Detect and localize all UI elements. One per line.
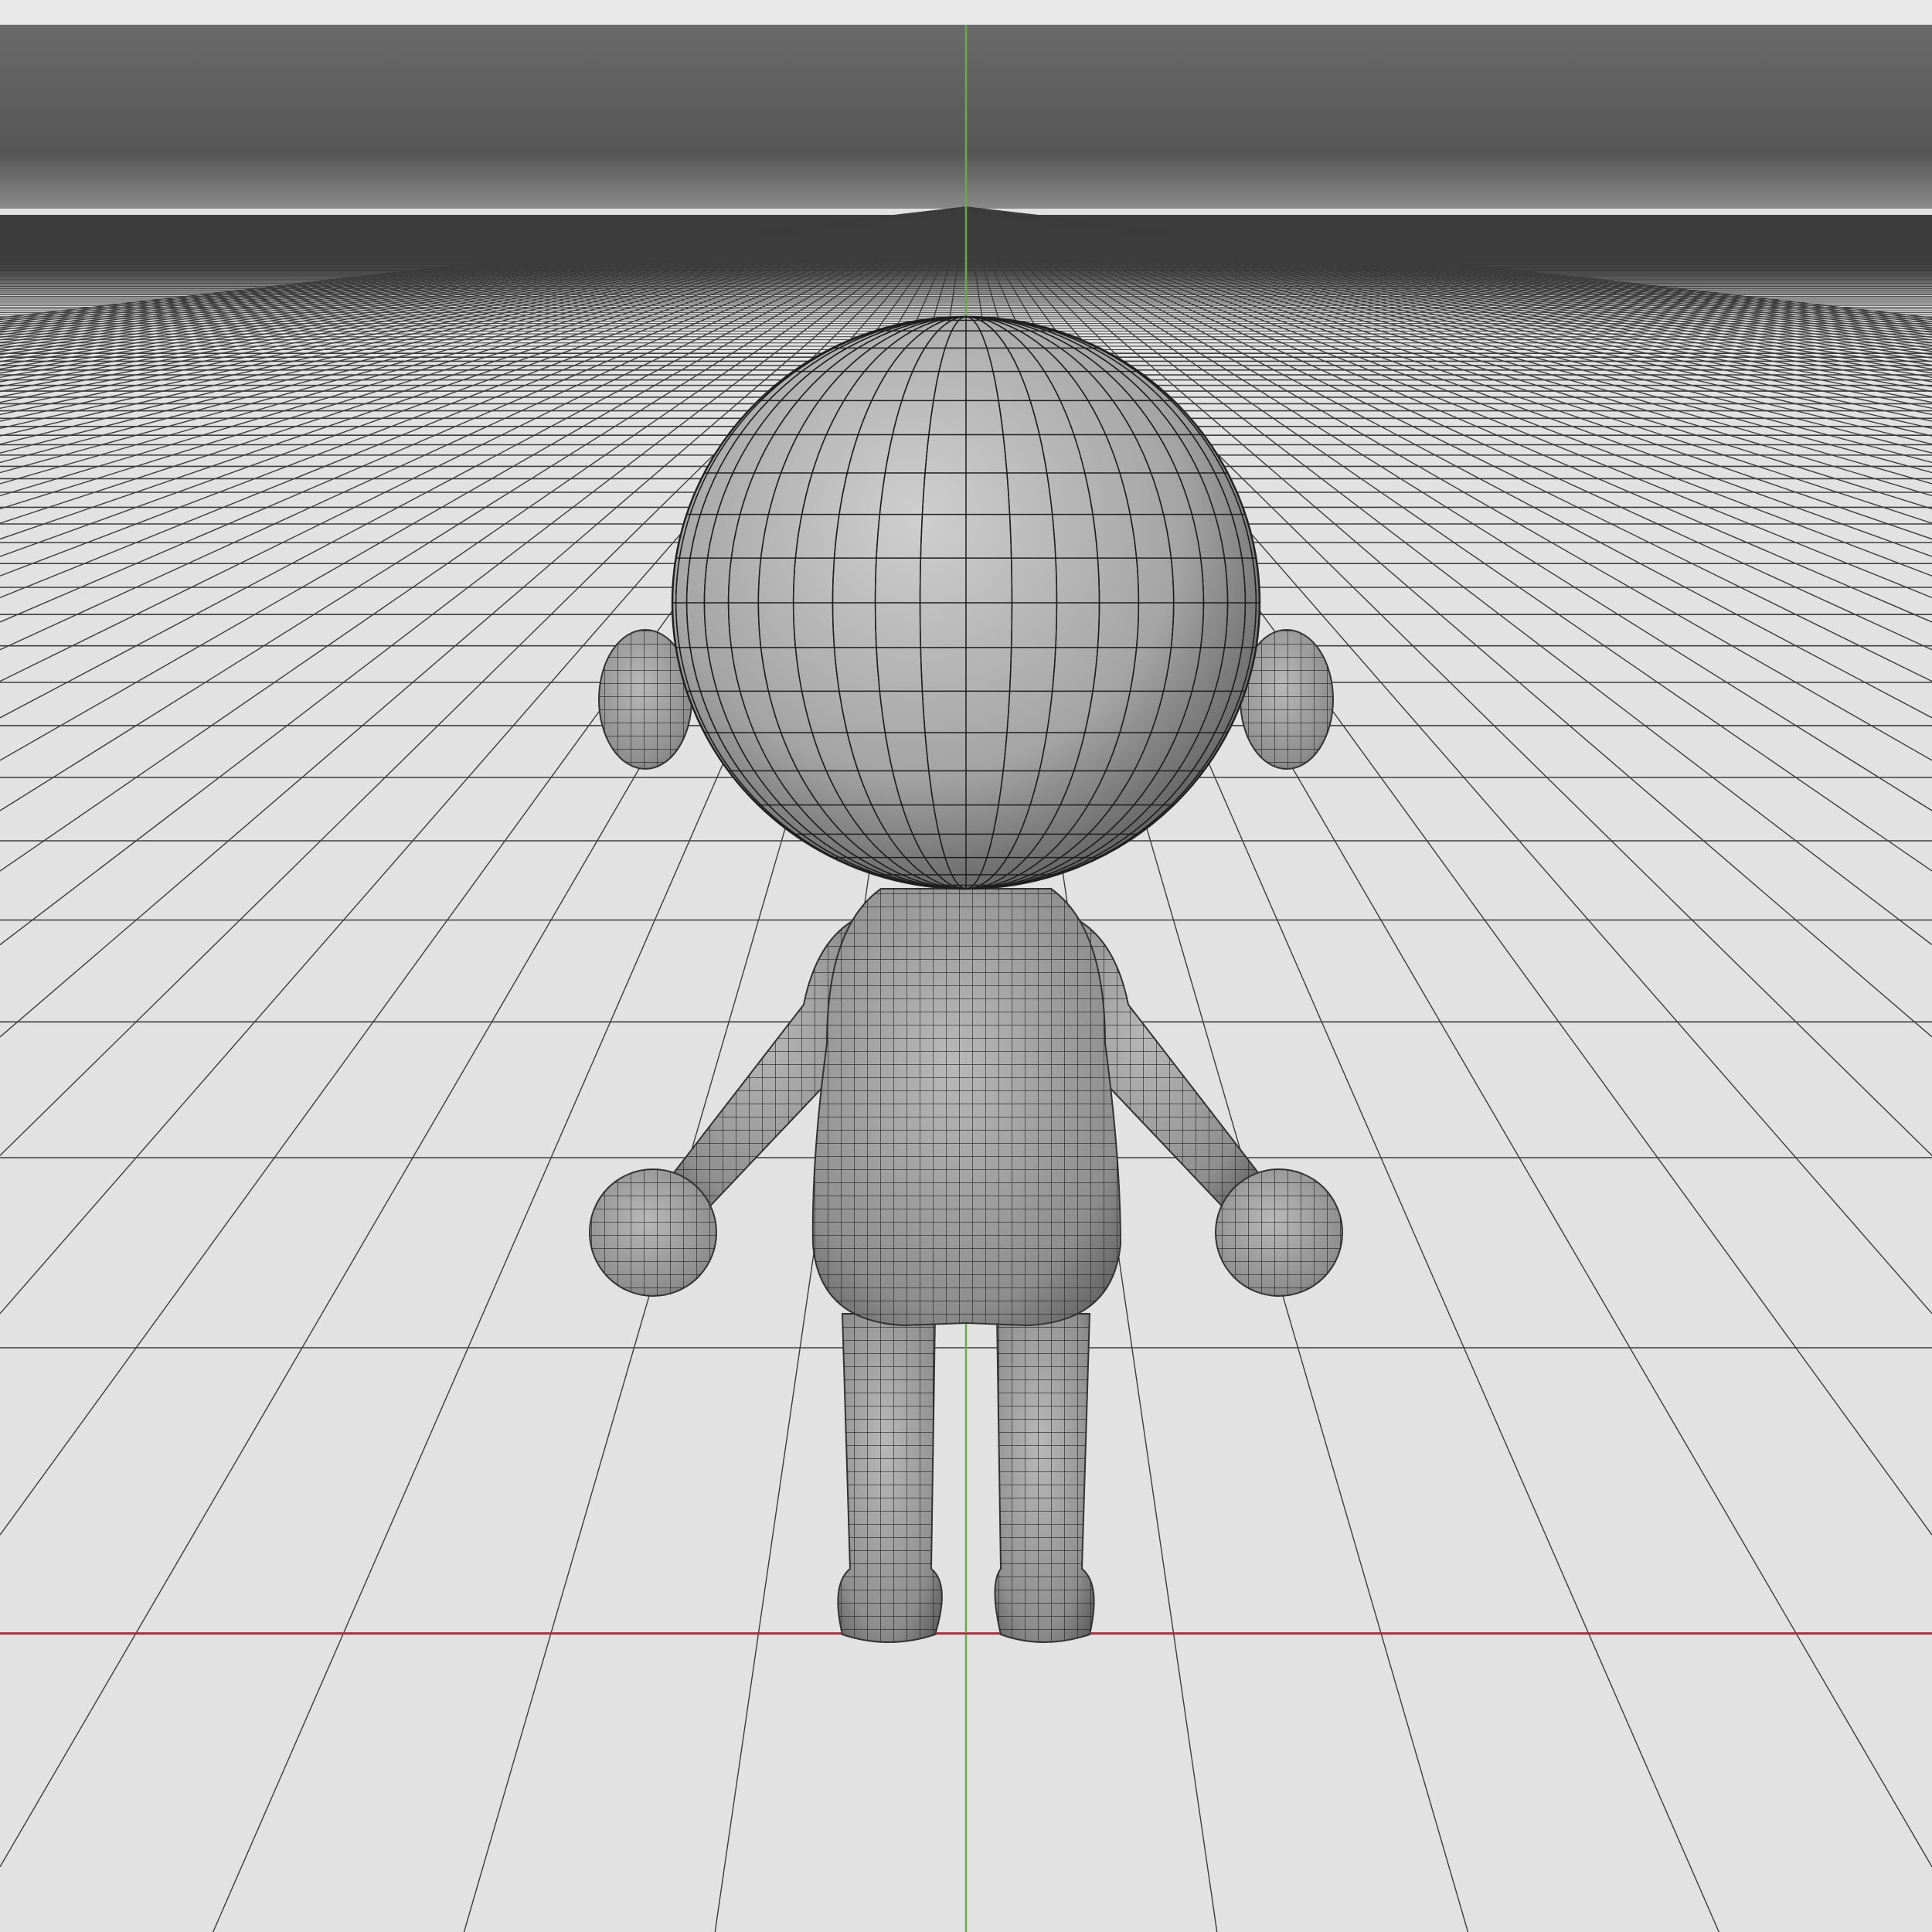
- top-strip: [0, 0, 1932, 25]
- 3d-viewport[interactable]: [0, 0, 1932, 1932]
- right-leg: [994, 1313, 1095, 1643]
- left-leg: [837, 1313, 943, 1643]
- viewport-canvas[interactable]: [0, 0, 1932, 1932]
- torso: [811, 888, 1122, 1327]
- head: [671, 315, 1261, 890]
